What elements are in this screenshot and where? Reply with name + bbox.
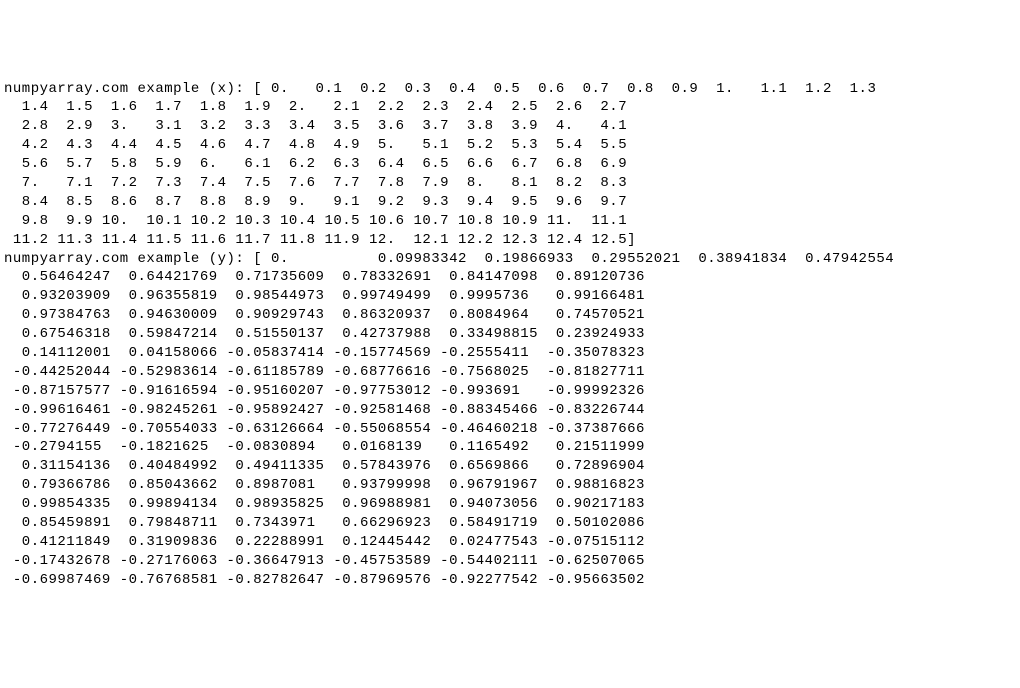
label-y: numpyarray.com example (y): xyxy=(4,251,253,267)
label-x: numpyarray.com example (x): xyxy=(4,81,253,97)
array-x: [ 0. 0.1 0.2 0.3 0.4 0.5 0.6 0.7 0.8 0.9… xyxy=(4,81,876,248)
array-y: [ 0. 0.09983342 0.19866933 0.29552021 0.… xyxy=(4,251,894,588)
console-output: numpyarray.com example (x): [ 0. 0.1 0.2… xyxy=(4,80,1016,590)
